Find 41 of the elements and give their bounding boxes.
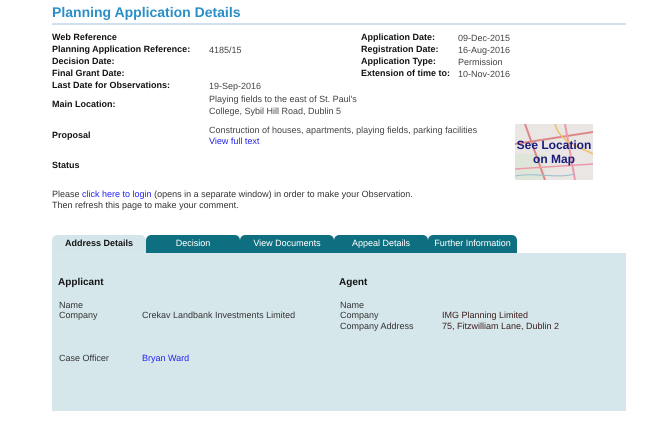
tab[interactable]: Further Information bbox=[428, 235, 517, 253]
field-label: Registration Date: bbox=[361, 43, 440, 56]
field-label: Web Reference bbox=[52, 31, 118, 44]
section-heading: Agent bbox=[339, 276, 368, 290]
field-label: Final Grant Date: bbox=[52, 67, 126, 80]
field-label: Name bbox=[59, 298, 84, 312]
tab[interactable]: Appeal Details bbox=[334, 235, 428, 253]
field-value: 4185/15 bbox=[209, 44, 242, 56]
field-label: Extension of time to: bbox=[361, 67, 452, 80]
field-label: Main Location: bbox=[52, 98, 116, 112]
field-value: 16-Aug-2016 bbox=[458, 44, 510, 56]
tab[interactable]: Address Details bbox=[52, 235, 146, 253]
field-label: Company bbox=[340, 309, 380, 322]
section-heading: Applicant bbox=[58, 276, 105, 290]
field-value: IMG Planning Limited bbox=[442, 309, 528, 322]
field-label: Status bbox=[52, 160, 80, 170]
field-label: Company bbox=[59, 309, 99, 322]
field-value: Permission bbox=[458, 56, 503, 68]
field-value: 19-Sep-2016 bbox=[209, 80, 262, 92]
field-label: Company Address bbox=[340, 320, 415, 333]
field-label: Decision Date: bbox=[52, 55, 116, 68]
field-label: Application Type: bbox=[361, 55, 437, 68]
field-value: 75, Fitzwilliam Lane, Dublin 2 bbox=[442, 320, 560, 332]
tab[interactable]: Decision bbox=[146, 235, 240, 253]
login-instructions: Please click here to login (opens in a separate window) in order to make your Observation. Then refresh this page to make your comment. bbox=[52, 189, 414, 211]
field-value: Construction of houses, apartments, playing fields, parking facilities View full text bbox=[209, 125, 478, 147]
login-link[interactable]: click here to login bbox=[82, 189, 152, 199]
field-value: 10-Nov-2016 bbox=[458, 68, 510, 80]
field-label: Case Officer bbox=[59, 352, 110, 364]
view-full-text-link[interactable]: View full text bbox=[209, 136, 260, 146]
field-label: Planning Application Reference: bbox=[52, 43, 192, 56]
case-officer-link[interactable]: Bryan Ward bbox=[142, 352, 190, 365]
field-label: Last Date for Observations: bbox=[52, 79, 172, 92]
field-value: Crekav Landbank Investments Limited bbox=[142, 309, 296, 322]
field-value: Playing fields to the east of St. Paul's College, Sybil Hill Road, Dublin 5 bbox=[209, 93, 358, 117]
field-value: 09-Dec-2015 bbox=[458, 32, 510, 44]
field-label: Proposal bbox=[52, 129, 92, 142]
page-title: Planning Application Details bbox=[52, 3, 242, 21]
field-label: Application Date: bbox=[361, 31, 436, 44]
tab[interactable]: View Documents bbox=[240, 235, 334, 253]
field-label: Name bbox=[340, 298, 366, 312]
